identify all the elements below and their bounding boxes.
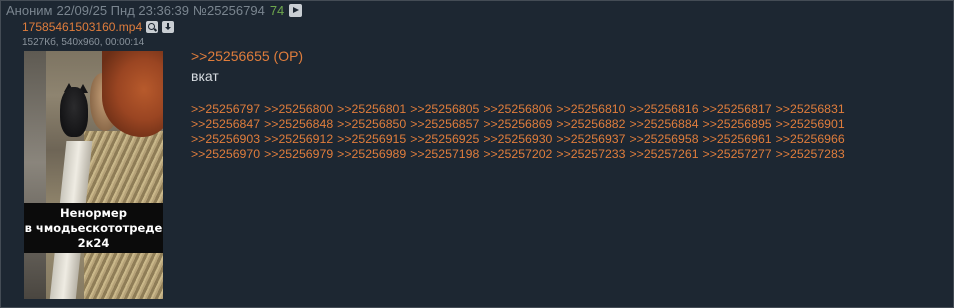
post-message: вкат [191,68,219,84]
post-header: Аноним 22/09/25 Пнд 23:36:39 №25256794 7… [6,2,303,18]
post-number[interactable]: №25256794 [193,3,265,18]
reply-link[interactable]: >>25256869 [483,117,552,131]
reply-row: >>25256970 >>25256979 >>25256989 >>25257198… [191,147,931,162]
reply-link[interactable]: >>25257277 [703,147,772,161]
post: Аноним 22/09/25 Пнд 23:36:39 №25256794 7… [0,0,954,308]
reply-row: >>25256797 >>25256800 >>25256801 >>25256805… [191,102,931,117]
reply-link[interactable]: >>25256850 [337,117,406,131]
poster-name: Аноним [6,2,53,18]
replies-list: >>25256797 >>25256800 >>25256801 >>25256805… [191,102,931,162]
reply-link[interactable]: >>25257202 [483,147,552,161]
reply-link[interactable]: >>25256915 [337,132,406,146]
reply-link[interactable]: >>25256848 [264,117,333,131]
reply-link[interactable]: >>25256800 [264,102,333,116]
download-icon[interactable] [162,21,175,33]
reply-link[interactable]: >>25256805 [410,102,479,116]
video-thumbnail[interactable]: Ненормер в чмодьескототреде 2к24 [24,51,163,299]
reply-link[interactable]: >>25256958 [629,132,698,146]
reply-link[interactable]: >>25256989 [337,147,406,161]
reply-link[interactable]: >>25256884 [629,117,698,131]
file-info: 17585461503160.mp4 [22,20,175,34]
reply-link[interactable]: >>25256930 [483,132,552,146]
search-icon[interactable] [146,21,159,33]
reply-link[interactable]: >>25256925 [410,132,479,146]
reply-link[interactable]: >>25256966 [776,132,845,146]
reply-link[interactable]: >>25257198 [410,147,479,161]
reply-link[interactable]: >>25256806 [483,102,552,116]
thumbnail-caption: Ненормер в чмодьескототреде 2к24 [24,203,163,253]
reply-link[interactable]: >>25256857 [410,117,479,131]
reply-link[interactable]: >>25257261 [629,147,698,161]
op-reply-link[interactable]: >>25256655 (OP) [191,48,303,64]
play-icon[interactable] [289,3,303,17]
reply-link[interactable]: >>25256831 [776,102,845,116]
file-meta: 1527Кб, 540x960, 00:00:14 [22,37,145,48]
reply-link[interactable]: >>25256937 [556,132,625,146]
reply-link[interactable]: >>25256903 [191,132,260,146]
reply-link[interactable]: >>25256970 [191,147,260,161]
thumb-cat [60,87,88,137]
reply-link[interactable]: >>25256816 [629,102,698,116]
reply-link[interactable]: >>25256817 [703,102,772,116]
caption-line: в чмодьескототреде [24,221,163,235]
caption-line: 2к24 [77,236,110,250]
reply-row: >>25256903 >>25256912 >>25256915 >>25256925… [191,132,931,147]
reply-link[interactable]: >>25256810 [556,102,625,116]
reply-row: >>25256847 >>25256848 >>25256850 >>25256857… [191,117,931,132]
reply-link[interactable]: >>25256979 [264,147,333,161]
reply-link[interactable]: >>25256912 [264,132,333,146]
post-date: 22/09/25 Пнд 23:36:39 [56,2,190,18]
post-count: 74 [269,2,285,18]
reply-link[interactable]: >>25257283 [776,147,845,161]
reply-link[interactable]: >>25256961 [703,132,772,146]
reply-link[interactable]: >>25257233 [556,147,625,161]
reply-link[interactable]: >>25256847 [191,117,260,131]
reply-link[interactable]: >>25256895 [703,117,772,131]
reply-link[interactable]: >>25256901 [776,117,845,131]
file-name-link[interactable]: 17585461503160.mp4 [22,20,142,34]
reply-link[interactable]: >>25256801 [337,102,406,116]
reply-link[interactable]: >>25256797 [191,102,260,116]
thumb-wall [24,51,46,299]
caption-line: Ненормер [60,206,127,220]
reply-link[interactable]: >>25256882 [556,117,625,131]
